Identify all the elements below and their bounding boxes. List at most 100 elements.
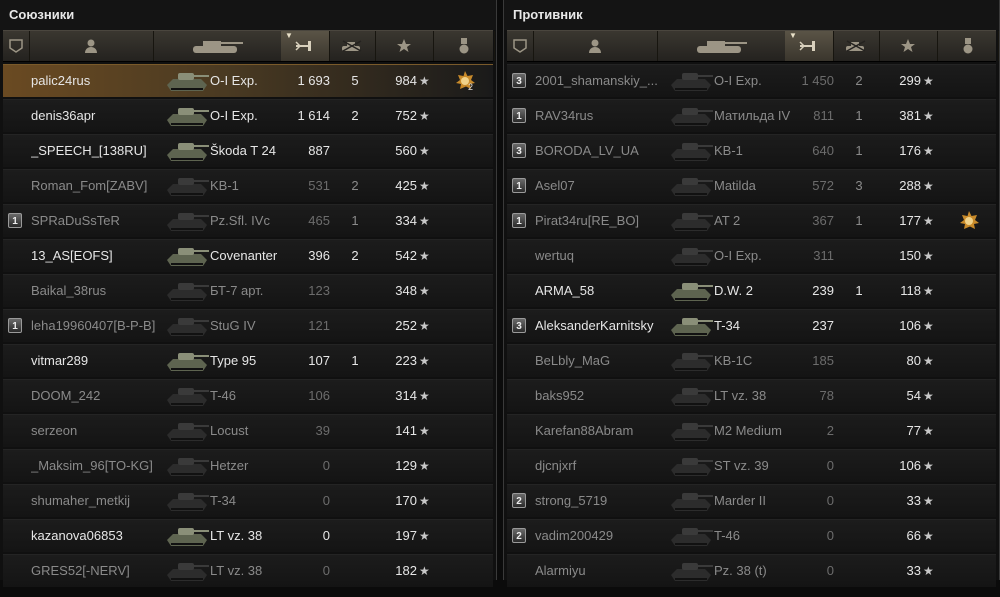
player-name: Alarmiyu [535,563,586,578]
column-header-medal[interactable] [433,31,495,61]
player-row[interactable]: 2 strong_5719 Marder II 0 33 ★ [507,484,996,517]
player-row[interactable]: Karefan88Abram M2 Medium 2 77 ★ [507,414,996,447]
player-row[interactable]: 1 RAV34rus Матильда IV 811 1 381 ★ [507,99,996,132]
player-row[interactable]: BeLbly_MaG KB-1C 185 80 ★ [507,344,996,377]
experience-star-icon: ★ [923,529,934,543]
kills-value: 5 [351,73,359,88]
player-name: ARMA_58 [535,283,595,298]
experience-value: 197 [395,528,417,543]
damage-value: 2 [826,423,834,438]
damage-value: 107 [308,353,330,368]
player-row[interactable]: baks952 LT vz. 38 78 54 ★ [507,379,996,412]
tank-icon [163,522,211,550]
column-header-damage[interactable]: ▼ [281,31,330,61]
kills-value: 1 [351,213,359,228]
experience-star-icon: ★ [923,74,934,88]
medal-icon[interactable] [958,210,980,232]
player-row[interactable]: wertuq O-I Exp. 311 150 ★ [507,239,996,272]
player-row[interactable]: shumaher_metkij T-34 0 170 ★ [3,484,493,517]
player-name: djcnjxrf [535,458,577,473]
experience-value: 182 [395,563,417,578]
tank-name: AT 2 [714,213,741,228]
damage-value: 0 [826,563,834,578]
player-name: kazanova06853 [31,528,123,543]
column-header-badge[interactable] [507,31,534,61]
tank-name: LT vz. 38 [714,388,767,403]
column-header-medal[interactable] [937,31,999,61]
class-badge-icon: 3 [512,143,526,158]
sort-arrow-icon: ▼ [285,31,293,40]
column-header-damage[interactable]: ▼ [785,31,834,61]
column-header-player[interactable] [533,31,658,61]
experience-star-icon: ★ [419,319,430,333]
player-row[interactable]: _Maksim_96[TO-KG] Hetzer 0 129 ★ [3,449,493,482]
column-header-player[interactable] [29,31,154,61]
tank-name: Pz. 38 (t) [714,563,767,578]
player-row[interactable]: 1 leha19960407[B-P-B] StuG IV 121 252 ★ [3,309,493,342]
column-header-kills[interactable] [329,31,376,61]
player-row[interactable]: 3 AleksanderKarnitsky T-34 237 106 ★ [507,309,996,342]
tank-icon [189,37,245,55]
kills-value [852,415,866,447]
experience-value: 542 [395,248,417,263]
damage-value: 0 [826,458,834,473]
experience-star-icon: ★ [923,144,934,158]
player-row[interactable]: Roman_Fom[ZABV] KB-1 531 2 425 ★ [3,169,493,202]
player-row[interactable]: 3 BORODA_LV_UA KB-1 640 1 176 ★ [507,134,996,167]
tank-icon [667,452,715,480]
tank-name: T-34 [210,493,237,508]
player-name: Pirat34ru[RE_BO] [535,213,640,228]
damage-value: 0 [826,493,834,508]
player-row[interactable]: vitmar289 Type 95 107 1 223 ★ [3,344,493,377]
player-row[interactable]: kazanova06853 LT vz. 38 0 197 ★ [3,519,493,552]
tank-name: Pz.Sfl. IVc [210,213,270,228]
experience-value: 150 [899,248,921,263]
kills-value [852,345,866,377]
column-header-badge[interactable] [3,31,30,61]
column-header-kills[interactable] [833,31,880,61]
damage-value: 1 450 [801,73,834,88]
player-row[interactable]: djcnjxrf ST vz. 39 0 106 ★ [507,449,996,482]
experience-star-icon: ★ [923,424,934,438]
tank-icon [163,67,211,95]
player-row[interactable]: 1 Pirat34ru[RE_BO] AT 2 367 1 177 ★ [507,204,996,237]
experience-star-icon [900,38,916,54]
tank-icon [163,242,211,270]
kills-value [348,485,362,517]
experience-star-icon: ★ [419,214,430,228]
kills-value [348,520,362,552]
player-row[interactable]: DOOM_242 T-46 106 314 ★ [3,379,493,412]
damage-value: 640 [812,143,834,158]
experience-value: 176 [899,143,921,158]
player-row[interactable]: _SPEECH_[138RU] Škoda T 24 887 560 ★ [3,134,493,167]
experience-star-icon: ★ [923,494,934,508]
player-row[interactable]: 1 SPRaDuSsTeR Pz.Sfl. IVc 465 1 334 ★ [3,204,493,237]
player-row[interactable]: palic24rus O-I Exp. 1 693 5 984 ★ 2 [3,64,493,97]
tank-name: T-46 [210,388,237,403]
damage-value: 311 [813,248,834,263]
player-row[interactable]: Alarmiyu Pz. 38 (t) 0 33 ★ [507,554,996,587]
tank-name: LT vz. 38 [210,563,263,578]
tank-icon [163,207,211,235]
kills-value [852,310,866,342]
column-header-tank[interactable] [153,31,282,61]
column-header-experience-star[interactable] [879,31,938,61]
column-header-experience-star[interactable] [375,31,434,61]
player-row[interactable]: Baikal_38rus БТ-7 арт. 123 348 ★ [3,274,493,307]
kills-value [348,450,362,482]
player-row[interactable]: 1 Asel07 Matilda 572 3 288 ★ [507,169,996,202]
player-row[interactable]: serzeon Locust 39 141 ★ [3,414,493,447]
experience-value: 106 [899,318,921,333]
experience-star-icon: ★ [419,74,430,88]
tank-icon [667,312,715,340]
player-row[interactable]: GRES52[-NERV] LT vz. 38 0 182 ★ [3,554,493,587]
player-row[interactable]: 3 2001_shamanskiy_... O-I Exp. 1 450 2 299 ★ [507,64,996,97]
tank-icon [163,452,211,480]
player-row[interactable]: ARMA_58 D.W. 2 239 1 118 ★ [507,274,996,307]
player-row[interactable]: denis36apr O-I Exp. 1 614 2 752 ★ [3,99,493,132]
tank-name: Locust [210,423,249,438]
player-row[interactable]: 2 vadim200429 T-46 0 66 ★ [507,519,996,552]
column-header-tank[interactable] [657,31,786,61]
player-row[interactable]: 13_AS[EOFS] Covenanter 396 2 542 ★ [3,239,493,272]
tank-name: ST vz. 39 [714,458,769,473]
